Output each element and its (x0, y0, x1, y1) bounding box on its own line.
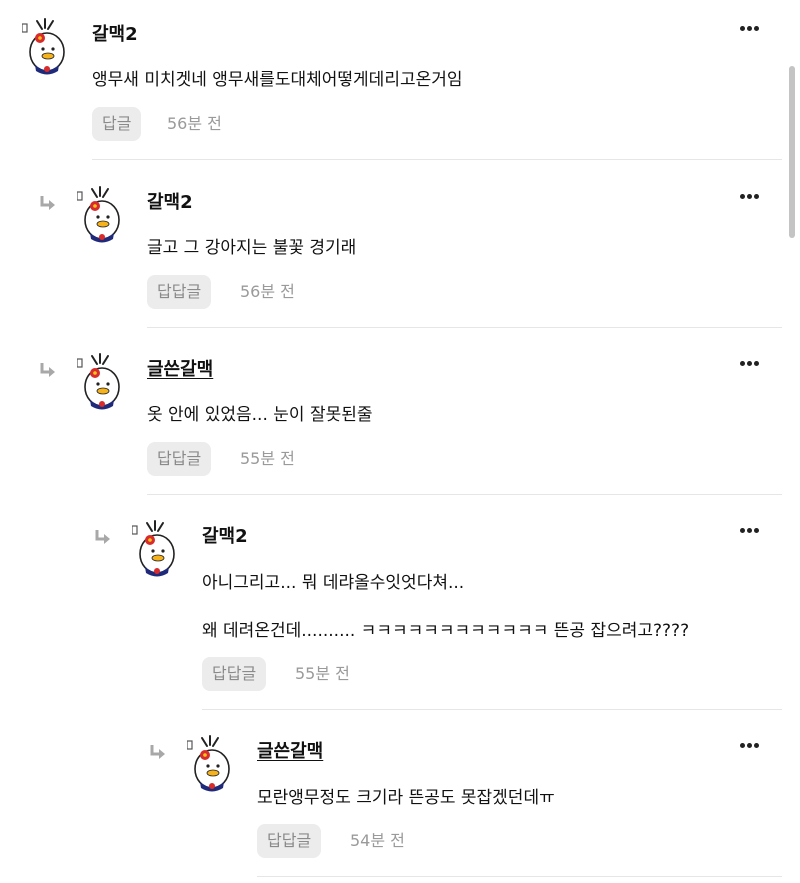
comment-item: 갈맥2 앵무새 미치겟네 앵무새를도대체어떻게데리고온거임 답글 56분 전 (0, 18, 800, 160)
divider (257, 876, 782, 877)
divider (92, 159, 782, 160)
comment-timestamp: 56분 전 (167, 114, 222, 133)
user-badge-icon (77, 358, 83, 368)
comment-timestamp: 54분 전 (350, 831, 405, 850)
user-badge-icon (22, 23, 28, 33)
comment-text: 왜 데려온건데.......... ㅋㅋㅋㅋㅋㅋㅋㅋㅋㅋㅋㅋ 뜬공 잡으려고??… (202, 621, 690, 641)
reply-button[interactable]: 답답글 (147, 275, 212, 309)
comment-text: 글고 그 강아지는 불꽃 경기래 (147, 238, 357, 258)
avatar[interactable] (77, 353, 127, 413)
avatar[interactable] (22, 18, 72, 78)
comment-item: 글쓴갈맥 모란앵무정도 크기라 뜬공도 못잡겠던데ㅠ 답답글 54분 전 (0, 735, 800, 883)
comment-author[interactable]: 글쓴갈맥 (257, 737, 323, 763)
comment-author[interactable]: 갈맥2 (202, 522, 248, 548)
more-options-icon[interactable] (740, 194, 760, 202)
scrollbar[interactable] (789, 66, 795, 238)
user-badge-icon (132, 525, 138, 535)
user-badge-icon (187, 740, 193, 750)
more-options-icon[interactable] (740, 361, 760, 369)
more-options-icon[interactable] (740, 528, 760, 536)
comment-text: 모란앵무정도 크기라 뜬공도 못잡겠던데ㅠ (257, 788, 555, 808)
comment-text: 앵무새 미치겟네 앵무새를도대체어떻게데리고온거임 (92, 70, 463, 90)
avatar[interactable] (187, 735, 237, 795)
user-badge-icon (77, 191, 83, 201)
comment-author[interactable]: 갈맥2 (92, 20, 138, 46)
comment-timestamp: 56분 전 (240, 282, 295, 301)
divider (147, 494, 782, 495)
avatar[interactable] (77, 186, 127, 246)
comment-text: 아니그리고... 뭐 데랴올수잇엇다쳐... (202, 573, 465, 593)
reply-button[interactable]: 답글 (92, 107, 142, 141)
divider (147, 327, 782, 328)
reply-button[interactable]: 답답글 (202, 657, 267, 691)
reply-arrow-icon (40, 363, 55, 377)
comment-item: 글쓴갈맥 옷 안에 있었음... 눈이 잘못된줄 답답글 55분 전 (0, 353, 800, 495)
avatar[interactable] (132, 520, 182, 580)
divider (202, 709, 782, 710)
reply-button[interactable]: 답답글 (257, 824, 322, 858)
comment-author[interactable]: 갈맥2 (147, 188, 193, 214)
comment-timestamp: 55분 전 (240, 449, 295, 468)
reply-button[interactable]: 답답글 (147, 442, 212, 476)
more-options-icon[interactable] (740, 26, 760, 34)
comment-author[interactable]: 글쓴갈맥 (147, 355, 213, 381)
reply-arrow-icon (40, 196, 55, 210)
more-options-icon[interactable] (740, 743, 760, 751)
comment-thread: 갈맥2 앵무새 미치겟네 앵무새를도대체어떻게데리고온거임 답글 56분 전 갈… (0, 0, 800, 883)
comment-item: 갈맥2 아니그리고... 뭐 데랴올수잇엇다쳐... 왜 데려온건데......… (0, 520, 800, 710)
comment-item: 갈맥2 글고 그 강아지는 불꽃 경기래 답답글 56분 전 (0, 186, 800, 328)
reply-arrow-icon (95, 530, 110, 544)
comment-timestamp: 55분 전 (295, 664, 350, 683)
comment-text: 옷 안에 있었음... 눈이 잘못된줄 (147, 405, 373, 425)
reply-arrow-icon (150, 745, 165, 759)
